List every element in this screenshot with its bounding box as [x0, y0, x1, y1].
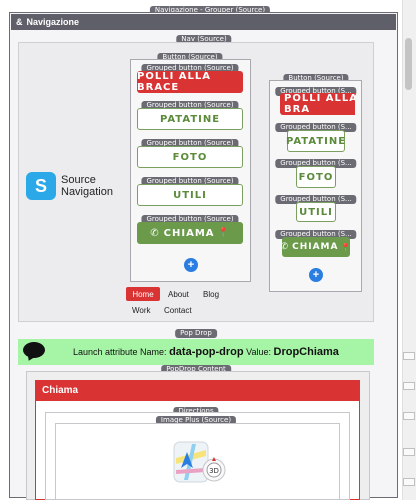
ampersand-icon: &	[16, 17, 23, 27]
utili-button[interactable]: UTILI	[137, 184, 243, 206]
menu-home[interactable]: Home	[126, 287, 160, 301]
maps-app-icon[interactable]: 3D	[170, 438, 230, 488]
map-3d-badge: 3D	[209, 467, 219, 475]
phone-icon: ✆	[150, 227, 160, 239]
scrollbar-marker	[403, 478, 415, 486]
phone-icon: ✆	[280, 242, 290, 252]
map-pin-icon: 📍	[340, 242, 352, 252]
foto-button[interactable]: FOTO	[137, 146, 243, 168]
scrollbar-thumb[interactable]	[405, 38, 412, 90]
grouper-header[interactable]: & Navigazione	[11, 14, 396, 30]
pop-drop-banner[interactable]: Launch attribute Name: data-pop-drop Val…	[18, 339, 374, 365]
chiama-button[interactable]: ✆ CHIAMA 📍	[137, 222, 243, 244]
polli-alla-brace-label: POLLI ALLA BRA	[280, 93, 355, 115]
scrollbar-marker	[403, 448, 415, 456]
scrollbar-marker	[403, 412, 415, 420]
s-logo-icon: S	[26, 172, 56, 200]
scrollbar-marker	[403, 382, 415, 390]
logo-text-line2: Navigation	[61, 186, 113, 198]
polli-alla-brace-button-2[interactable]: POLLI ALLA BRA	[280, 93, 355, 115]
polli-alla-brace-button[interactable]: POLLI ALLA BRACE	[137, 71, 243, 93]
chiama-label: CHIAMA	[292, 242, 339, 252]
grouper-title: Navigazione	[26, 17, 80, 27]
menu-about[interactable]: About	[168, 290, 189, 299]
add-button[interactable]: +	[309, 268, 323, 282]
chiama-label: CHIAMA	[163, 227, 215, 239]
foto-button-2[interactable]: FOTO	[296, 166, 336, 188]
launch-attribute-prefix: Launch attribute Name:	[73, 347, 167, 357]
pop-drop-chip: Pop Drop	[175, 329, 217, 338]
value-label: Value:	[246, 347, 271, 357]
source-navigation-logo[interactable]: S Source Navigation	[26, 172, 118, 202]
logo-text-line1: Source	[61, 174, 96, 186]
scrollbar-marker	[403, 352, 415, 360]
patatine-button[interactable]: PATATINE	[137, 108, 243, 130]
launch-attribute-line: Launch attribute Name: data-pop-drop Val…	[73, 346, 339, 358]
patatine-button-2[interactable]: PATATINE	[286, 130, 345, 152]
utili-button-2[interactable]: UTILI	[296, 202, 336, 222]
menu-work[interactable]: Work	[132, 306, 151, 315]
menu-contact[interactable]: Contact	[164, 306, 192, 315]
chiama-header: Chiama	[35, 380, 360, 401]
map-pin-icon: 📍	[217, 228, 230, 238]
add-button[interactable]: +	[184, 258, 198, 272]
chiama-button-2[interactable]: ✆ CHIAMA 📍	[280, 237, 352, 257]
attribute-name: data-pop-drop	[169, 346, 244, 358]
attribute-value: DropChiama	[273, 346, 339, 358]
menu-blog[interactable]: Blog	[203, 290, 219, 299]
